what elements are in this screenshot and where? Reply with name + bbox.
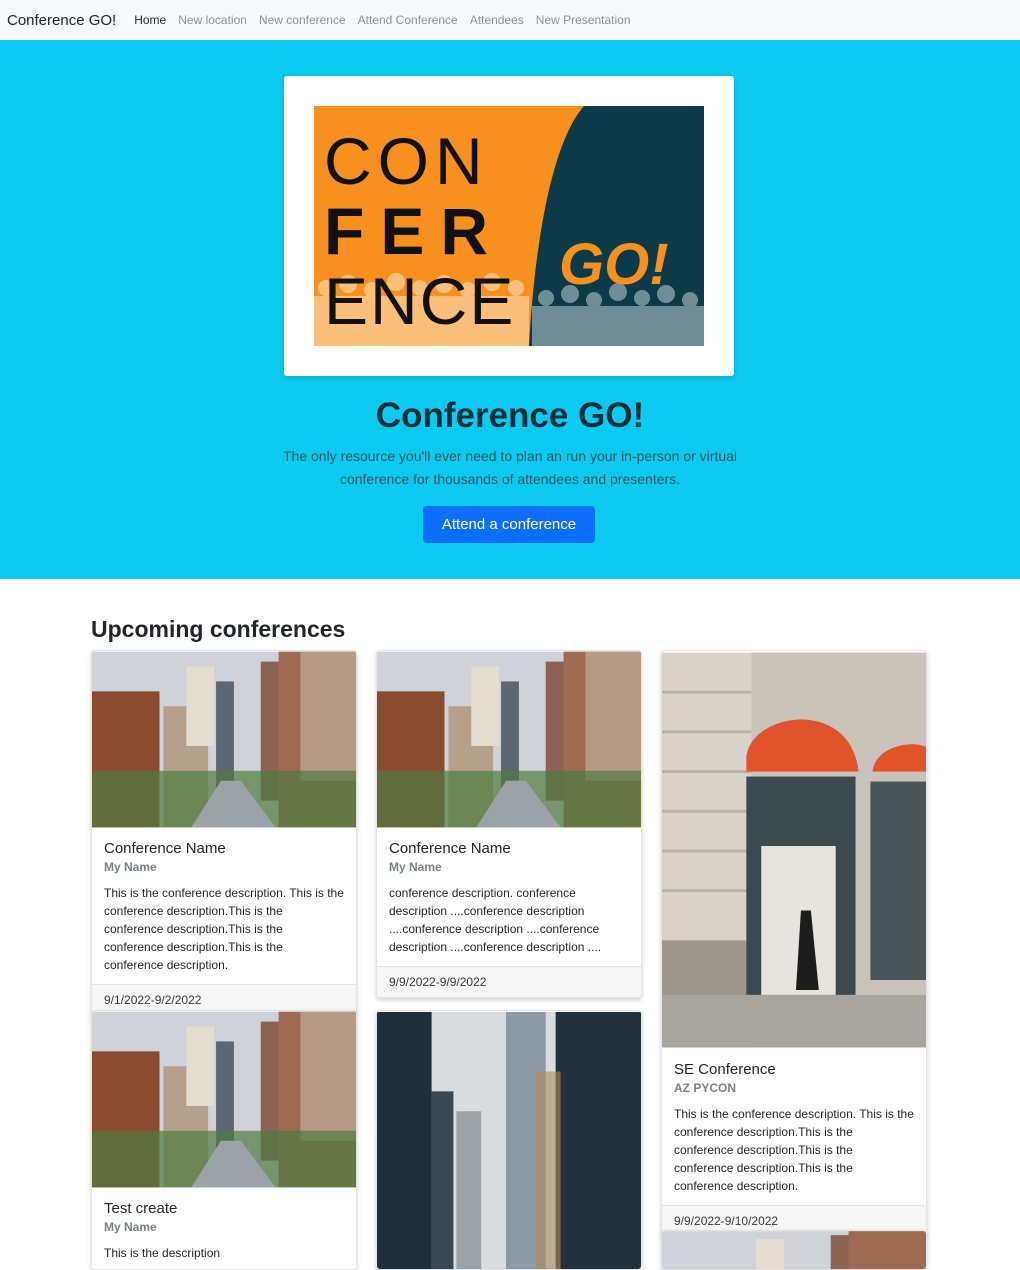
city-street-image <box>92 1011 356 1188</box>
card-title: SE Conference <box>674 1061 776 1078</box>
nav-new-conference[interactable]: New conference <box>259 13 346 27</box>
conference-card[interactable]: SE Conference AZ PYCON This is the confe… <box>661 650 927 1237</box>
card-description: This is the conference description. This… <box>674 1107 914 1193</box>
card-description: conference description. conference descr… <box>389 886 602 954</box>
card-description: This is the description <box>104 1246 221 1260</box>
conference-go-logo: CON FER ENCE GO! <box>314 106 704 346</box>
conference-card[interactable]: Conference Name My Name This is the conf… <box>91 650 357 1016</box>
city-street-image <box>662 1231 926 1269</box>
conference-card[interactable]: Test create My Name This is the descript… <box>91 1010 357 1270</box>
conference-card[interactable]: Conference Name My Name conference descr… <box>376 650 642 998</box>
upcoming-title: Upcoming conferences <box>91 616 346 642</box>
conference-card[interactable] <box>661 1230 927 1270</box>
skyscrapers-image <box>377 1011 641 1269</box>
card-subtitle: AZ PYCON <box>674 1081 737 1095</box>
attend-conference-button[interactable]: Attend a conference <box>423 506 595 543</box>
hero-title: Conference GO! <box>375 396 645 435</box>
card-title: Test create <box>104 1200 178 1217</box>
card-description: This is the conference description. This… <box>104 886 344 972</box>
card-title: Conference Name <box>104 840 226 857</box>
card-dates: 9/9/2022-9/9/2022 <box>377 966 641 997</box>
logo-text-ence: ENCE <box>324 264 515 338</box>
card-subtitle: My Name <box>389 860 442 874</box>
nav-new-presentation[interactable]: New Presentation <box>536 13 631 27</box>
logo-text-go: GO! <box>559 232 669 297</box>
nav-attend-conference[interactable]: Attend Conference <box>358 13 458 27</box>
nav-new-location[interactable]: New location <box>178 13 247 27</box>
city-street-image <box>377 651 641 828</box>
nav-attendees[interactable]: Attendees <box>470 13 524 27</box>
storefront-image <box>662 652 926 1048</box>
conference-card[interactable] <box>376 1010 642 1270</box>
card-subtitle: My Name <box>104 860 157 874</box>
logo-text-con: CON <box>324 124 489 198</box>
navbar: Conference GO! Home New location New con… <box>0 0 1020 40</box>
brand-link[interactable]: Conference GO! <box>7 12 116 29</box>
card-title: Conference Name <box>389 840 511 857</box>
logo-frame: CON FER ENCE GO! <box>284 76 734 376</box>
hero-lead: The only resource you'll ever need to pl… <box>282 448 738 487</box>
card-subtitle: My Name <box>104 1220 157 1234</box>
nav-home[interactable]: Home <box>134 13 166 27</box>
city-street-image <box>92 651 356 828</box>
logo-text-fer: FER <box>324 194 504 268</box>
hero-section: CON FER ENCE GO! Conference GO! The only… <box>0 40 1020 579</box>
